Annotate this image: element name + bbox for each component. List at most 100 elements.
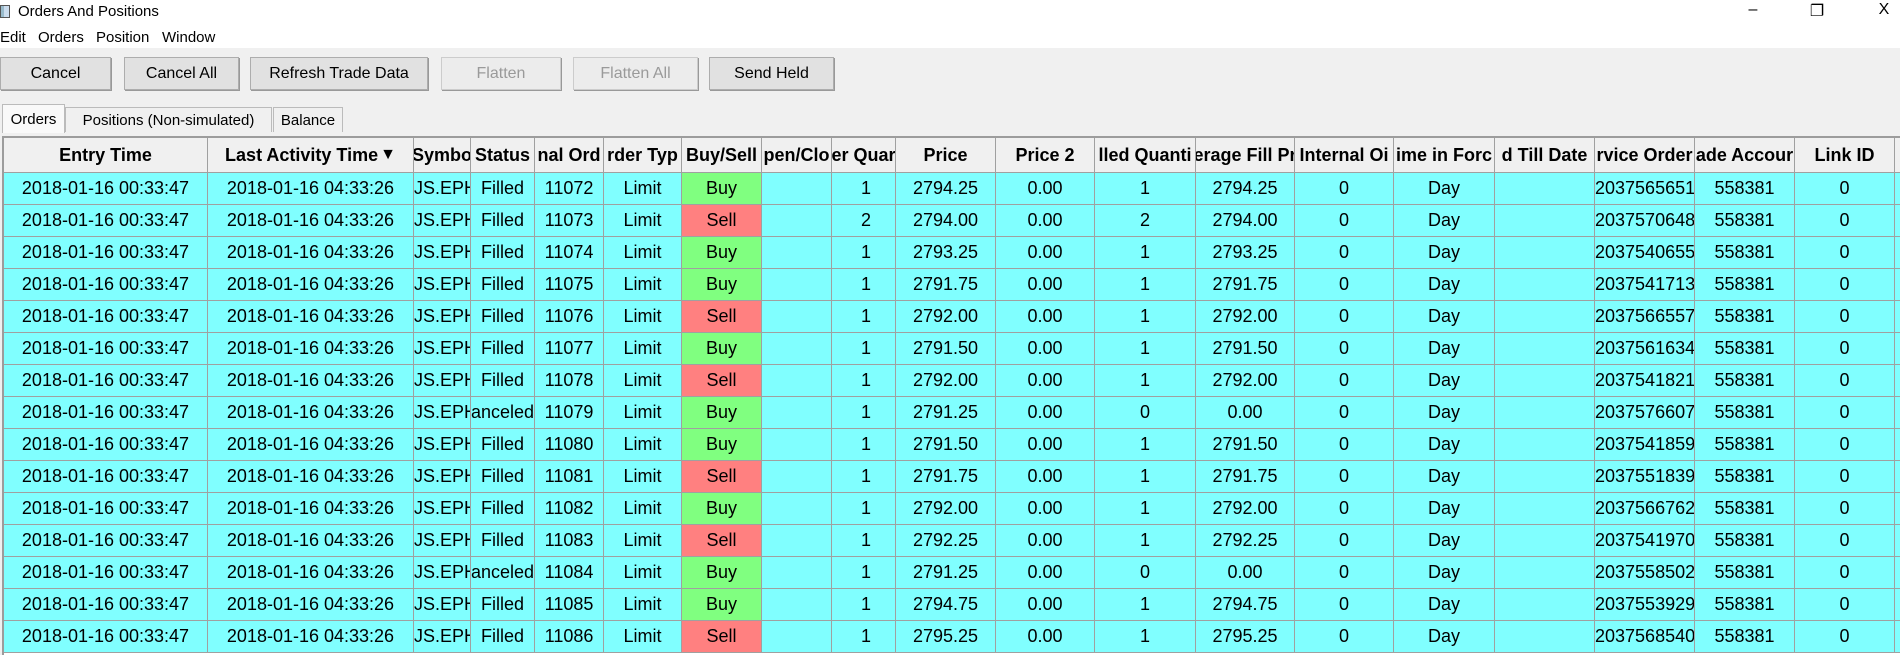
table-cell: 2018-01-16 00:33:47	[4, 365, 208, 397]
cancel-button[interactable]: Cancel	[0, 57, 111, 90]
menu-edit[interactable]: Edit	[0, 29, 26, 46]
table-cell: 11075	[535, 269, 604, 301]
table-cell: 0	[1795, 365, 1895, 397]
column-header-label: Entry Time	[59, 144, 152, 165]
table-cell: 2018-01-16 04:33:26	[208, 173, 414, 205]
send-held-button[interactable]: Send Held	[709, 57, 834, 90]
column-header[interactable]: pen/Clo	[762, 138, 832, 173]
table-cell: 2791.75	[896, 269, 996, 301]
table-cell: 1	[1095, 301, 1196, 333]
column-header-label: nal Ord	[537, 144, 601, 165]
table-cell: 1	[832, 557, 896, 589]
table-cell: 0.00	[996, 621, 1095, 653]
table-cell: 1	[832, 173, 896, 205]
column-header[interactable]: Price 2	[996, 138, 1095, 173]
side-cell: Buy	[682, 493, 762, 525]
column-header[interactable]: d Till Date	[1495, 138, 1595, 173]
refresh-trade-data-button[interactable]: Refresh Trade Data	[250, 57, 428, 90]
table-cell: 11077	[535, 333, 604, 365]
table-cell: 0	[1295, 493, 1394, 525]
table-cell	[1495, 237, 1595, 269]
sort-descending-icon: ▼	[380, 146, 396, 163]
table-cell: 11079	[535, 397, 604, 429]
column-header[interactable]: erage Fill Pr	[1196, 138, 1295, 173]
menu-bar: Edit Orders Position Window	[0, 26, 1900, 48]
cancel-all-button[interactable]: Cancel All	[124, 57, 239, 90]
column-header[interactable]: ade Accour	[1695, 138, 1795, 173]
column-header-label: pen/Clo	[763, 144, 830, 165]
minimize-icon[interactable]: –	[1738, 1, 1768, 19]
column-header[interactable]: ime in Forc	[1394, 138, 1495, 173]
table-cell	[1895, 237, 1900, 269]
table-cell: 0.00	[1196, 557, 1295, 589]
table-cell: 558381	[1695, 173, 1795, 205]
table-cell	[762, 461, 832, 493]
table-cell	[1495, 589, 1595, 621]
table-cell: 0	[1795, 269, 1895, 301]
column-header[interactable]: nal Ord	[535, 138, 604, 173]
column-header[interactable]: Symbo	[414, 138, 471, 173]
table-cell: 0	[1095, 557, 1196, 589]
menu-position[interactable]: Position	[96, 29, 149, 46]
column-header[interactable]: Internal Oi	[1295, 138, 1394, 173]
table-cell	[1495, 397, 1595, 429]
column-header-label: lled Quanti	[1098, 144, 1192, 165]
table-cell: anceled	[471, 557, 535, 589]
flatten-all-button: Flatten All	[573, 57, 698, 90]
table-cell: 2018-01-16 04:33:26	[208, 269, 414, 301]
restore-icon[interactable]: ❐	[1802, 1, 1832, 21]
column-header[interactable]: rder Typ	[604, 138, 682, 173]
table-cell: 2018-01-16 00:33:47	[4, 461, 208, 493]
title-bar: Orders And Positions – ❐ X	[0, 0, 1900, 26]
column-header[interactable]: Price	[896, 138, 996, 173]
table-cell: 0	[1795, 525, 1895, 557]
table-cell: 2018-01-16 00:33:47	[4, 525, 208, 557]
table-cell: Filled	[471, 173, 535, 205]
table-cell: 0	[1295, 333, 1394, 365]
column-header[interactable]: Entry Time	[4, 138, 208, 173]
column-header[interactable]: Status	[471, 138, 535, 173]
tab-orders[interactable]: Orders	[2, 104, 65, 133]
tab-positions[interactable]: Positions (Non-simulated)	[65, 107, 272, 132]
table-cell: 0.00	[996, 301, 1095, 333]
table-cell	[1495, 365, 1595, 397]
table-cell	[762, 365, 832, 397]
table-cell: JS.EPH	[414, 237, 471, 269]
table-cell: 11084	[535, 557, 604, 589]
side-cell: Buy	[682, 333, 762, 365]
table-cell: Day	[1394, 525, 1495, 557]
table-cell: Day	[1394, 621, 1495, 653]
table-cell: 2794.00	[896, 205, 996, 237]
menu-orders[interactable]: Orders	[38, 29, 84, 46]
table-cell: Filled	[471, 429, 535, 461]
table-cell: Limit	[604, 525, 682, 557]
table-cell: Filled	[471, 301, 535, 333]
column-header[interactable]: Last Activity Time ▼	[208, 138, 414, 173]
table-cell: 2018-01-16 04:33:26	[208, 621, 414, 653]
close-icon[interactable]: X	[1869, 1, 1899, 19]
table-cell: 11076	[535, 301, 604, 333]
table-cell	[1495, 525, 1595, 557]
column-header[interactable]: Buy/Sell	[682, 138, 762, 173]
table-cell: Filled	[471, 621, 535, 653]
table-cell: 11074	[535, 237, 604, 269]
table-cell: Limit	[604, 237, 682, 269]
table-cell: 2018-01-16 00:33:47	[4, 397, 208, 429]
table-cell: 2792.25	[896, 525, 996, 557]
table-cell: 11082	[535, 493, 604, 525]
column-header[interactable]: Link ID	[1795, 138, 1895, 173]
column-header[interactable]: rvice Order	[1595, 138, 1695, 173]
table-cell: Day	[1394, 493, 1495, 525]
table-cell: Day	[1394, 589, 1495, 621]
column-header[interactable]: er Quar	[832, 138, 896, 173]
table-cell: 0	[1295, 461, 1394, 493]
table-cell	[1895, 589, 1900, 621]
table-cell	[1495, 493, 1595, 525]
table-cell: JS.EPH	[414, 397, 471, 429]
menu-window[interactable]: Window	[162, 29, 215, 46]
table-cell: 11078	[535, 365, 604, 397]
table-cell: 0	[1795, 333, 1895, 365]
table-cell: 2791.50	[896, 333, 996, 365]
column-header[interactable]: lled Quanti	[1095, 138, 1196, 173]
tab-balance[interactable]: Balance	[273, 107, 343, 132]
